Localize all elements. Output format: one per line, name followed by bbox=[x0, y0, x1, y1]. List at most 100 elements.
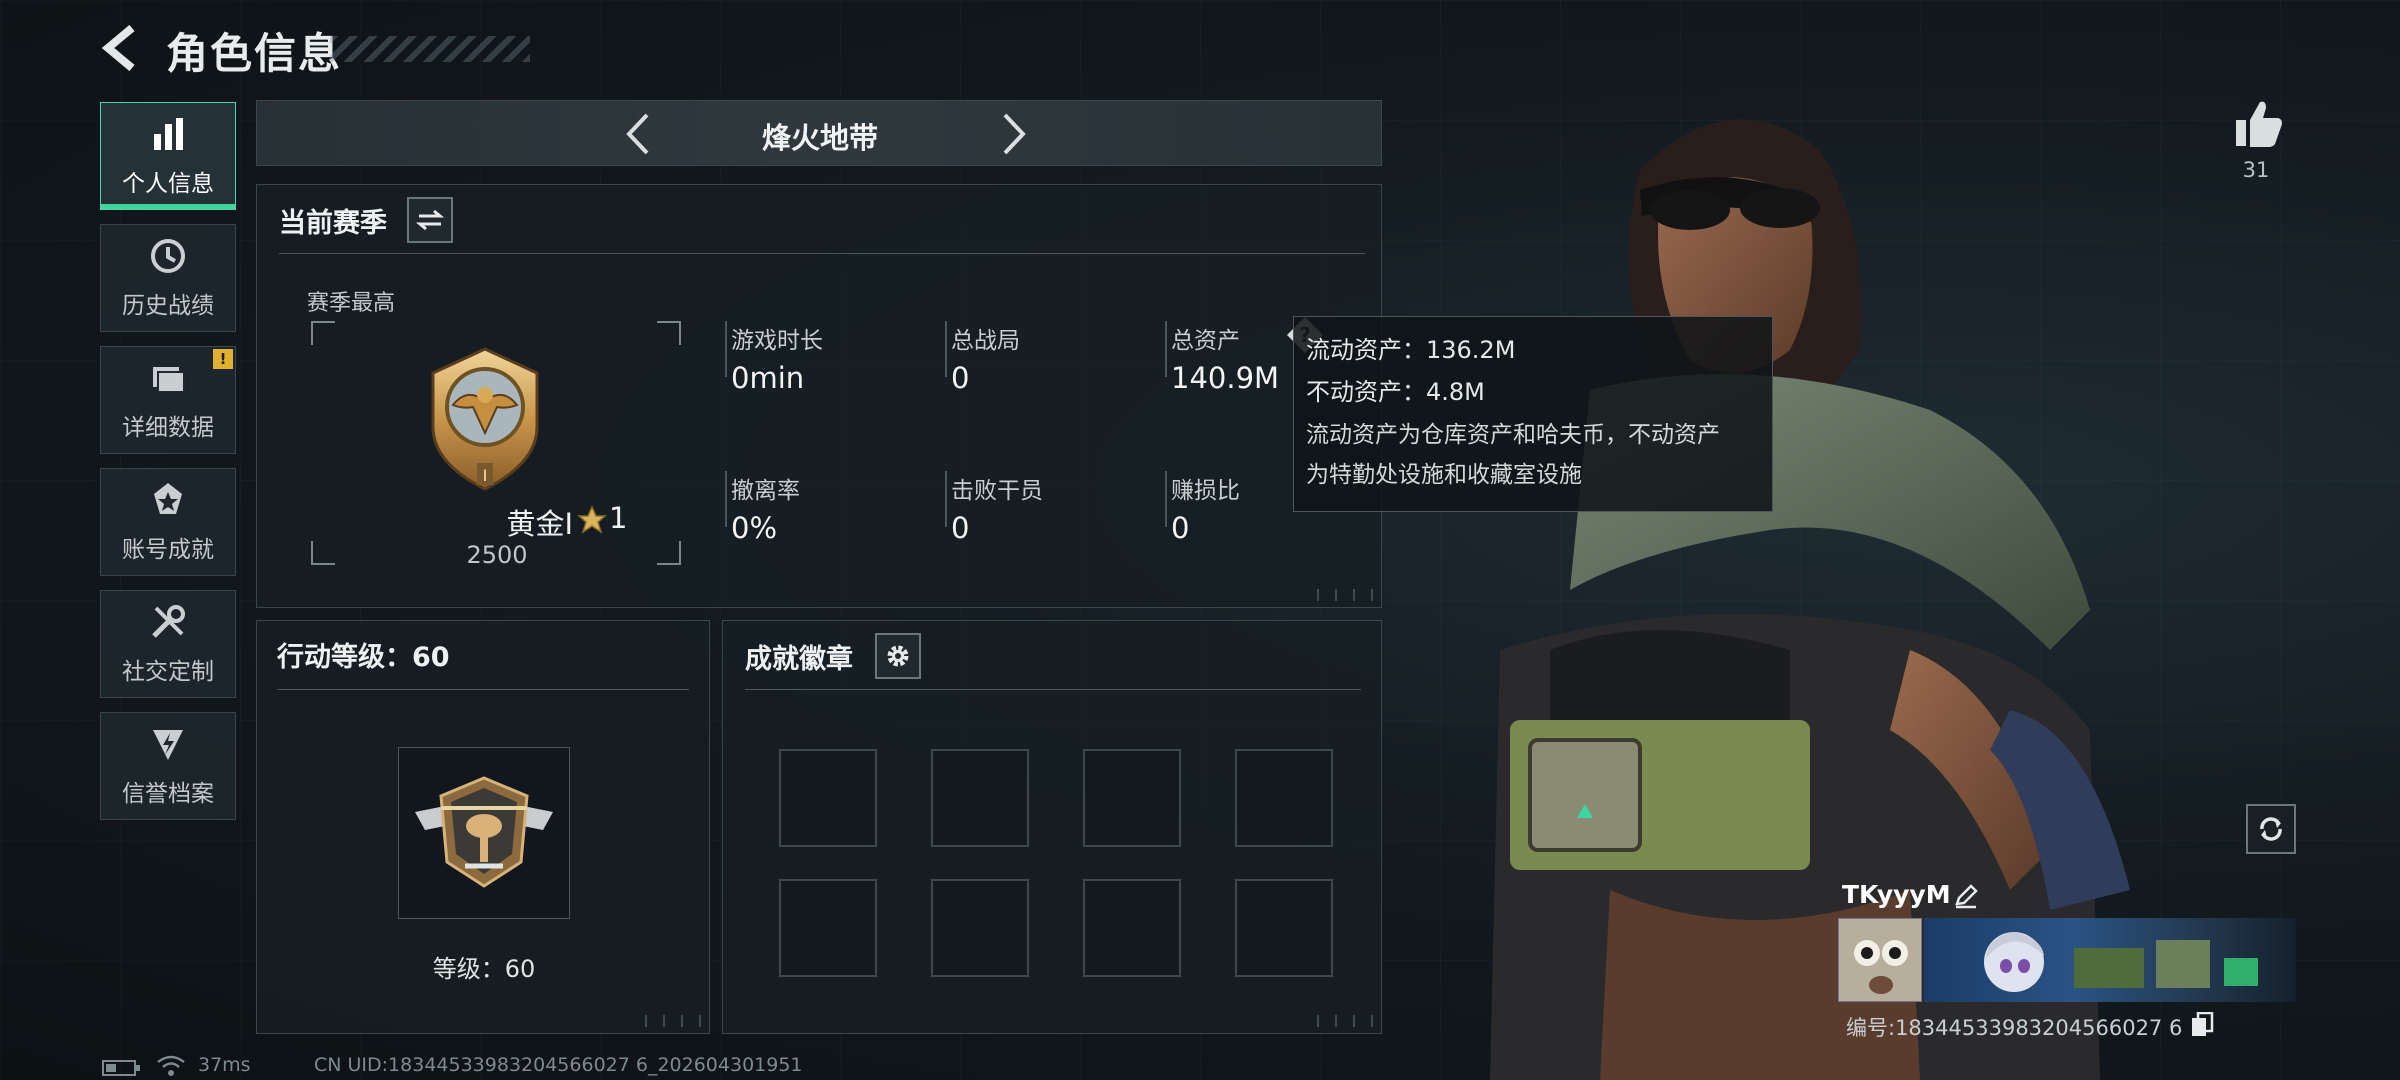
stat-divider bbox=[1165, 471, 1167, 527]
svg-text:I: I bbox=[483, 466, 488, 485]
stat-label: 赚损比 bbox=[1171, 478, 1240, 504]
badge-slot[interactable] bbox=[931, 749, 1029, 847]
wrench-tools-icon bbox=[152, 605, 185, 638]
badge-settings-button[interactable] bbox=[875, 633, 921, 679]
level-text: 等级：60 bbox=[432, 955, 536, 983]
season-best-label: 赛季最高 bbox=[307, 291, 396, 316]
player-avatar[interactable] bbox=[1838, 918, 1922, 1002]
uid-text: CN UID:18344533983204566027 6_2026043019… bbox=[314, 1054, 803, 1076]
sidebar-item-label: 社交定制 bbox=[122, 659, 214, 685]
owl-face-avatar-image bbox=[1839, 919, 1921, 1001]
achievement-badges-panel: 成就徽章 bbox=[722, 620, 1382, 1034]
frame-corner bbox=[311, 541, 335, 565]
sidebar-item-achievements[interactable]: 账号成就 bbox=[100, 468, 236, 576]
stat-label: 游戏时长 bbox=[731, 328, 823, 354]
stat-value: 0% bbox=[731, 511, 778, 545]
edit-pencil-icon[interactable] bbox=[1952, 882, 1980, 910]
stat-label: 撤离率 bbox=[731, 478, 800, 504]
sidebar-item-details[interactable]: 详细数据 ! bbox=[100, 346, 236, 454]
tooltip-description-line: 流动资产为仓库资产和哈夫币，不动资产 bbox=[1306, 422, 1720, 448]
divider bbox=[277, 689, 689, 690]
next-mode-arrow-icon[interactable] bbox=[987, 109, 1037, 159]
swap-arrows-icon bbox=[416, 209, 444, 231]
stat-label: 总战局 bbox=[951, 328, 1020, 354]
sidebar-item-social[interactable]: 社交定制 bbox=[100, 590, 236, 698]
season-panel-title: 当前赛季 bbox=[279, 208, 387, 239]
frame-corner bbox=[657, 541, 681, 565]
rank-score: 2500 bbox=[466, 541, 528, 569]
copy-icon[interactable] bbox=[2190, 1012, 2214, 1038]
badges-title: 成就徽章 bbox=[745, 644, 853, 675]
gear-icon bbox=[887, 645, 909, 667]
sidebar-item-label: 账号成就 bbox=[122, 537, 214, 563]
history-clock-icon bbox=[151, 239, 185, 273]
tooltip-description-line: 为特勤处设施和收藏室设施 bbox=[1306, 462, 1582, 488]
rank-name: 黄金I bbox=[506, 507, 573, 541]
sidebar-item-history[interactable]: 历史战绩 bbox=[100, 224, 236, 332]
divider bbox=[745, 689, 1361, 690]
thumbs-up-icon[interactable] bbox=[2228, 94, 2288, 154]
back-arrow-icon[interactable] bbox=[96, 22, 148, 74]
refresh-button[interactable] bbox=[2246, 804, 2296, 854]
rank-stars: 1 bbox=[609, 501, 628, 535]
anime-banner-image bbox=[1984, 932, 2258, 992]
sidebar-item-label: 历史战绩 bbox=[122, 293, 214, 319]
wifi-icon bbox=[157, 1055, 185, 1076]
level-emblem-frame bbox=[398, 747, 570, 919]
divider bbox=[279, 253, 1365, 254]
stat-value: 0 bbox=[951, 511, 970, 545]
sidebar-item-label: 详细数据 bbox=[122, 415, 214, 441]
battery-icon bbox=[102, 1060, 140, 1076]
sidebar-item-personal-info[interactable]: 个人信息 bbox=[100, 102, 236, 210]
badge-slot[interactable] bbox=[1235, 749, 1333, 847]
panel-corner-decoration bbox=[1317, 589, 1373, 601]
player-name: TKyyyM bbox=[1842, 880, 1951, 909]
star-icon bbox=[577, 505, 607, 534]
folder-icon bbox=[153, 367, 185, 393]
swap-season-button[interactable] bbox=[407, 197, 453, 243]
badge-slot[interactable] bbox=[1083, 879, 1181, 977]
mode-selector: 烽火地带 bbox=[256, 100, 1382, 166]
badge-slot[interactable] bbox=[931, 879, 1029, 977]
action-level-title: 行动等级：60 bbox=[277, 642, 450, 673]
panel-corner-decoration bbox=[1317, 1015, 1373, 1027]
season-panel: 当前赛季 赛季最高 I 黄金I 1 2500 游戏时长 0min 总战局 0 总… bbox=[256, 184, 1382, 608]
stat-divider bbox=[945, 321, 947, 377]
stat-value: 0 bbox=[951, 361, 970, 395]
liquid-assets: 流动资产：136.2M bbox=[1306, 336, 1516, 364]
alert-badge: ! bbox=[213, 349, 233, 369]
stat-value: 0 bbox=[1171, 511, 1190, 545]
frame-corner bbox=[311, 321, 335, 345]
action-level-panel: 行动等级：60 等级：60 bbox=[256, 620, 710, 1034]
stat-value: 140.9M bbox=[1171, 361, 1280, 395]
badge-slot[interactable] bbox=[779, 749, 877, 847]
bar-chart-icon bbox=[154, 118, 183, 150]
achievement-star-icon bbox=[154, 483, 182, 514]
refresh-icon bbox=[2260, 817, 2282, 841]
ping-value: 37ms bbox=[198, 1054, 251, 1076]
stat-divider bbox=[725, 321, 727, 377]
player-id: 编号:18344533983204566027 6 bbox=[1846, 1016, 2183, 1040]
badge-slot[interactable] bbox=[779, 879, 877, 977]
stat-divider bbox=[725, 471, 727, 527]
sidebar-item-label: 信誉档案 bbox=[122, 781, 214, 807]
panel-corner-decoration bbox=[645, 1015, 701, 1027]
mode-title: 烽火地带 bbox=[761, 121, 878, 155]
like-count: 31 bbox=[2242, 158, 2270, 182]
sidebar-item-reputation[interactable]: 信誉档案 bbox=[100, 712, 236, 820]
fixed-assets: 不动资产：4.8M bbox=[1306, 378, 1485, 406]
stat-label: 总资产 bbox=[1171, 328, 1240, 354]
player-banner[interactable] bbox=[1924, 918, 2296, 1002]
gold-rank-emblem: I bbox=[431, 347, 539, 491]
stat-divider bbox=[1165, 321, 1167, 377]
asset-tooltip: 流动资产：136.2M 不动资产：4.8M 流动资产为仓库资产和哈夫币，不动资产… bbox=[1293, 316, 1773, 512]
stat-value: 0min bbox=[731, 361, 805, 395]
title-decoration bbox=[330, 36, 530, 62]
frame-corner bbox=[657, 321, 681, 345]
badge-slot[interactable] bbox=[1083, 749, 1181, 847]
stat-divider bbox=[945, 471, 947, 527]
reputation-shield-icon bbox=[153, 730, 183, 760]
stat-label: 击败干员 bbox=[951, 478, 1043, 504]
page-title: 角色信息 bbox=[166, 29, 343, 78]
badge-slot[interactable] bbox=[1235, 879, 1333, 977]
